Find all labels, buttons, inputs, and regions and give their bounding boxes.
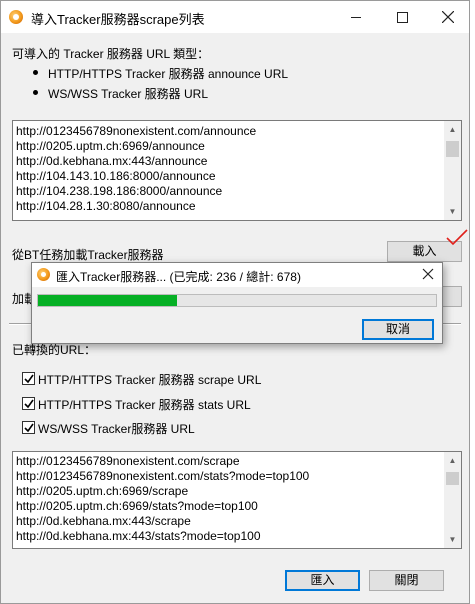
bullet-dot (33, 70, 38, 75)
scrape-url-label: HTTP/HTTPS Tracker 服務器 scrape URL (38, 373, 262, 387)
app-logo-icon (9, 10, 23, 24)
list-item: http://0d.kebhana.mx:443/announce (16, 154, 208, 168)
progress-fill (38, 295, 177, 306)
list-item: http://0123456789nonexistent.com/stats?m… (16, 469, 310, 483)
supported-types-heading: 可導入的 Tracker 服務器 URL 類型： (12, 47, 210, 61)
close-icon[interactable] (422, 268, 434, 280)
vertical-scrollbar[interactable]: ▲ ▼ (444, 121, 461, 220)
bullet-dot (33, 90, 38, 95)
scroll-up-icon[interactable]: ▲ (444, 452, 461, 469)
scroll-down-icon[interactable]: ▼ (444, 531, 461, 548)
scroll-thumb[interactable] (446, 472, 459, 485)
list-item: http://0205.uptm.ch:6969/announce (16, 139, 205, 153)
minimize-icon (351, 17, 361, 18)
list-item: http://0123456789nonexistent.com/scrape (16, 454, 240, 468)
maximize-button[interactable] (379, 1, 425, 33)
app-logo-icon (37, 268, 50, 281)
annotation-check-icon (446, 229, 468, 246)
converted-url-textarea[interactable]: http://0123456789nonexistent.com/scrape … (12, 451, 462, 549)
window-title: 導入Tracker服務器scrape列表 (31, 12, 205, 27)
progress-dialog-title: 匯入Tracker服務器... (已完成: 236 / 總計: 678) (56, 270, 301, 284)
announce-url-textarea[interactable]: http://0123456789nonexistent.com/announc… (12, 120, 462, 221)
list-item: http://0123456789nonexistent.com/announc… (16, 124, 257, 138)
supported-type-2: WS/WSS Tracker 服務器 URL (48, 87, 209, 101)
checkmark-icon (24, 423, 34, 433)
title-bar: 導入Tracker服務器scrape列表 (1, 1, 469, 33)
scroll-thumb[interactable] (446, 141, 459, 157)
ws-url-label: WS/WSS Tracker服務器 URL (38, 422, 195, 436)
list-item: http://0d.kebhana.mx:443/stats?mode=top1… (16, 529, 261, 543)
list-item: http://0205.uptm.ch:6969/stats?mode=top1… (16, 499, 258, 513)
supported-type-1: HTTP/HTTPS Tracker 服務器 announce URL (48, 67, 289, 81)
import-progress-bar (37, 294, 437, 307)
list-item: http://104.143.10.186:8000/announce (16, 169, 216, 183)
scroll-down-icon[interactable]: ▼ (444, 203, 461, 220)
list-item: http://0205.uptm.ch:6969/scrape (16, 484, 189, 498)
progress-dialog-title-bar: 匯入Tracker服務器... (已完成: 236 / 總計: 678) (32, 263, 442, 287)
minimize-button[interactable] (333, 1, 379, 33)
stats-url-label: HTTP/HTTPS Tracker 服務器 stats URL (38, 398, 251, 412)
vertical-scrollbar[interactable]: ▲ ▼ (444, 452, 461, 548)
cancel-button[interactable]: 取消 (362, 319, 434, 340)
checkmark-icon (24, 399, 34, 409)
close-button[interactable]: 關閉 (369, 570, 444, 591)
maximize-icon (397, 12, 408, 23)
list-item: http://0d.kebhana.mx:443/scrape (16, 514, 191, 528)
checkmark-icon (24, 374, 34, 384)
import-button[interactable]: 匯入 (285, 570, 360, 591)
load-from-task-label: 從BT任務加載Tracker服務器 (12, 248, 164, 262)
scroll-up-icon[interactable]: ▲ (444, 121, 461, 138)
scrape-url-checkbox[interactable] (22, 372, 35, 385)
progress-dialog: 匯入Tracker服務器... (已完成: 236 / 總計: 678) 取消 (31, 262, 443, 344)
ws-url-checkbox[interactable] (22, 421, 35, 434)
close-window-button[interactable] (425, 1, 471, 33)
list-item: http://104.238.198.186:8000/announce (16, 184, 223, 198)
stats-url-checkbox[interactable] (22, 397, 35, 410)
list-item: http://104.28.1.30:8080/announce (16, 199, 196, 213)
close-icon (442, 11, 454, 23)
